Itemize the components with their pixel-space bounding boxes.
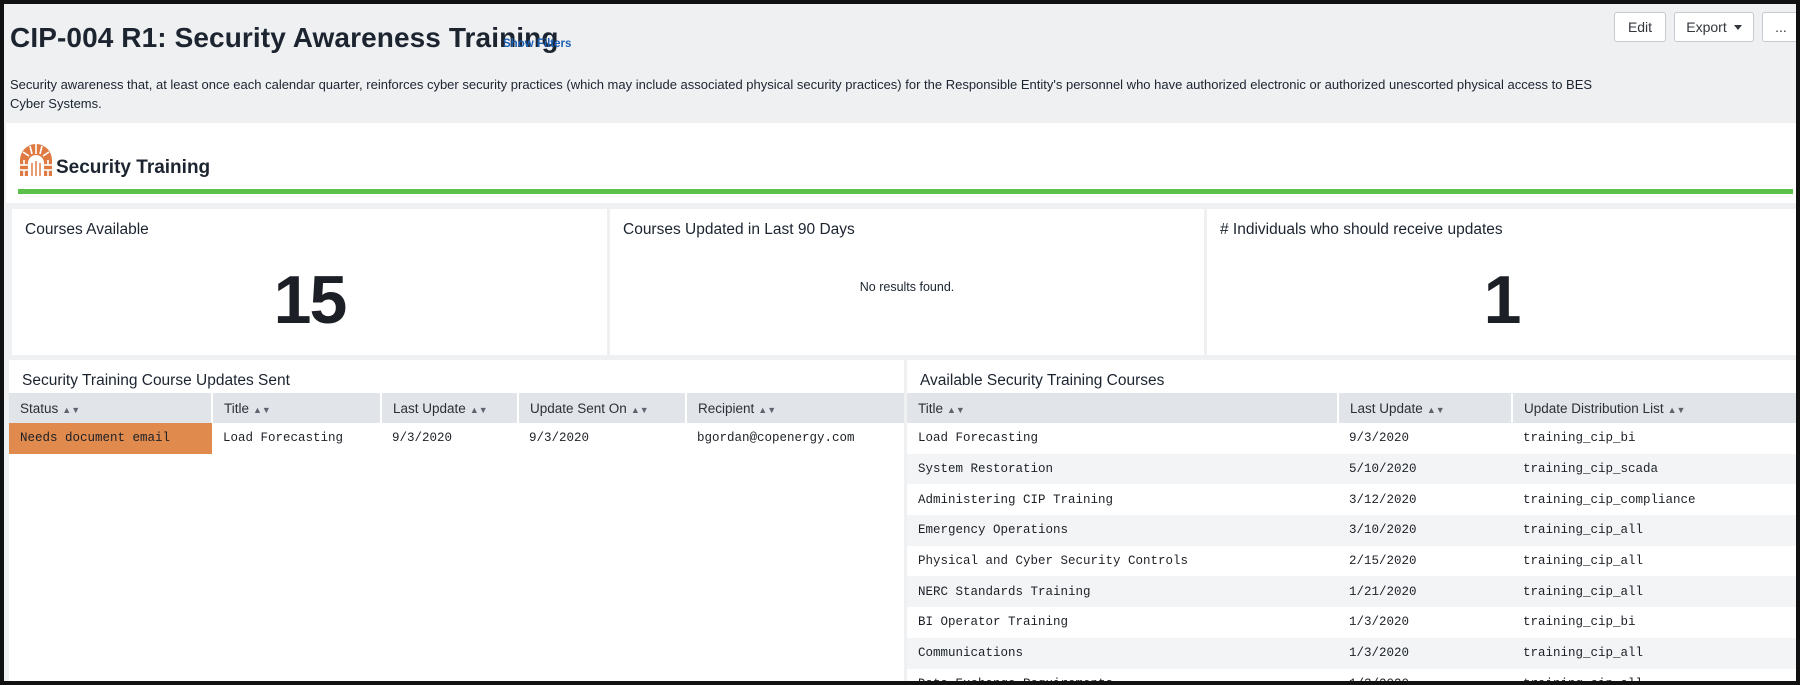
- caret-down-icon: [1733, 24, 1742, 30]
- table-header-row: Title ▲▼ Last Update ▲▼ Update Distributio…: [907, 393, 1796, 423]
- sort-icon: ▲▼: [630, 404, 649, 415]
- table-row[interactable]: BI Operator Training 1/3/2020 training_c…: [907, 607, 1796, 638]
- last-update-cell: 1/3/2020: [1338, 637, 1512, 669]
- updates-sent-panel: Security Training Course Updates Sent St…: [9, 360, 904, 681]
- column-header-last-update[interactable]: Last Update ▲▼: [1338, 393, 1513, 423]
- course-title-cell: Data Exchange Requirements: [918, 676, 1114, 685]
- title-cell: Load Forecasting: [223, 431, 344, 446]
- more-actions-button[interactable]: ...: [1762, 12, 1796, 42]
- kpi-title: # Individuals who should receive updates: [1220, 221, 1503, 238]
- course-title-cell: Communications: [907, 637, 1338, 669]
- course-title-cell: System Restoration: [907, 453, 1338, 485]
- edit-button[interactable]: Edit: [1614, 12, 1666, 42]
- sort-icon: ▲▼: [947, 404, 965, 415]
- distribution-list-cell: training_cip_all: [1512, 515, 1796, 546]
- column-label: Title: [918, 400, 944, 416]
- edit-button-label: Edit: [1627, 19, 1653, 35]
- kpi-courses-available: Courses Available 15: [12, 209, 607, 355]
- last-update-cell: 5/10/2020: [1338, 453, 1512, 485]
- column-header-title[interactable]: Title ▲▼: [212, 393, 382, 423]
- column-label: Title: [224, 400, 250, 416]
- course-title-cell: NERC Standards Training: [907, 576, 1338, 608]
- recipient-cell: bgordan@copenergy.com: [697, 431, 855, 446]
- update-sent-on-cell: 9/3/2020: [529, 431, 590, 446]
- column-label: Update Distribution List: [1524, 400, 1664, 416]
- last-update-cell: 3/10/2020: [1338, 515, 1512, 546]
- dashboard-header: CIP-004 R1: Security Awareness Training …: [4, 4, 1796, 122]
- kpi-value: 1: [1483, 262, 1522, 338]
- distribution-list-cell: training_cip_all: [1512, 576, 1796, 608]
- export-button-label: Export: [1686, 19, 1727, 35]
- column-header-update-sent-on[interactable]: Update Sent On ▲▼: [518, 393, 687, 423]
- distribution-list-cell: training_cip_all: [1523, 554, 1644, 569]
- more-actions-label: ...: [1775, 19, 1787, 35]
- kpi-courses-updated: Courses Updated in Last 90 Days No resul…: [610, 209, 1204, 355]
- kpi-individuals: # Individuals who should receive updates…: [1207, 209, 1796, 355]
- column-header-last-update[interactable]: Last Update ▲▼: [381, 393, 519, 423]
- sort-icon: ▲▼: [469, 404, 488, 415]
- kpi-title: Courses Updated in Last 90 Days: [623, 221, 855, 238]
- column-header-recipient[interactable]: Recipient ▲▼: [686, 393, 904, 423]
- sort-icon: ▲▼: [253, 404, 271, 415]
- table-header-row: Status ▲▼ Title ▲▼ Last Update ▲▼ Update Se…: [9, 393, 904, 423]
- table-row[interactable]: Data Exchange Requirements 1/3/2020 trai…: [907, 669, 1796, 685]
- column-header-status[interactable]: Status ▲▼: [9, 393, 213, 423]
- section-divider: [18, 189, 1793, 194]
- course-title-cell: BI Operator Training: [918, 615, 1069, 630]
- last-update-cell: 9/3/2020: [392, 431, 453, 446]
- table-row[interactable]: Administering CIP Training 3/12/2020 tra…: [907, 484, 1796, 515]
- kpi-value: 15: [273, 262, 348, 338]
- distribution-list-cell: training_cip_bi: [1523, 431, 1636, 446]
- table-row[interactable]: Communications 1/3/2020 training_cip_all: [907, 637, 1796, 669]
- panel-title: Available Security Training Courses: [920, 372, 1165, 389]
- course-title-cell: Physical and Cyber Security Controls: [918, 554, 1189, 569]
- table-row[interactable]: System Restoration 5/10/2020 training_ci…: [907, 453, 1796, 485]
- last-update-cell: 3/12/2020: [1349, 492, 1417, 507]
- export-button[interactable]: Export: [1674, 12, 1754, 42]
- last-update-cell: 2/15/2020: [1349, 554, 1417, 569]
- distribution-list-cell: training_cip_all: [1523, 676, 1644, 685]
- last-update-cell: 9/3/2020: [1349, 431, 1410, 446]
- no-results-message: No results found.: [859, 280, 955, 294]
- table-row[interactable]: Emergency Operations 3/10/2020 training_…: [907, 515, 1796, 546]
- table-row[interactable]: Load Forecasting 9/3/2020 training_cip_b…: [907, 423, 1796, 454]
- brick-wall-arch-icon: [20, 144, 52, 176]
- column-label: Last Update: [393, 400, 466, 416]
- dashboard-frame: CIP-004 R1: Security Awareness Training …: [0, 0, 1800, 685]
- page-title: CIP-004 R1: Security Awareness Training: [10, 22, 559, 53]
- column-label: Status: [20, 400, 59, 416]
- kpi-title: Courses Available: [25, 221, 149, 238]
- distribution-list-cell: training_cip_bi: [1523, 615, 1636, 630]
- available-courses-panel: Available Security Training Courses Titl…: [907, 360, 1796, 685]
- column-label: Update Sent On: [530, 400, 627, 416]
- course-title-cell: Load Forecasting: [918, 431, 1039, 446]
- sort-icon: ▲▼: [1667, 404, 1686, 415]
- course-title-cell: Emergency Operations: [907, 515, 1338, 546]
- sort-icon: ▲▼: [758, 404, 777, 415]
- table-row[interactable]: Physical and Cyber Security Controls 2/1…: [907, 546, 1796, 577]
- column-label: Last Update: [1350, 400, 1423, 416]
- last-update-cell: 1/21/2020: [1338, 576, 1512, 608]
- section-title: Security Training: [56, 157, 211, 178]
- distribution-list-cell: training_cip_all: [1512, 637, 1796, 669]
- table-row[interactable]: Needs document email Load Forecasting 9/…: [9, 423, 904, 454]
- security-training-section: Security Training: [6, 123, 1796, 203]
- dashboard-description: Security awareness that, at least once e…: [10, 77, 1593, 111]
- column-header-title[interactable]: Title ▲▼: [907, 393, 1339, 423]
- distribution-list-cell: training_cip_compliance: [1523, 492, 1696, 507]
- sort-icon: ▲▼: [1426, 404, 1445, 415]
- column-label: Recipient: [698, 400, 755, 416]
- table-row[interactable]: NERC Standards Training 1/21/2020 traini…: [907, 576, 1796, 608]
- status-cell: Needs document email: [9, 423, 212, 454]
- panel-title: Security Training Course Updates Sent: [22, 372, 290, 389]
- column-header-distribution-list[interactable]: Update Distribution List ▲▼: [1512, 393, 1796, 423]
- show-filters-link[interactable]: Show Filters: [503, 38, 571, 50]
- course-title-cell: Administering CIP Training: [918, 492, 1114, 507]
- updates-sent-table: Status ▲▼ Title ▲▼ Last Update ▲▼ Update Se…: [9, 393, 904, 454]
- available-courses-table: Title ▲▼ Last Update ▲▼ Update Distributio…: [907, 393, 1796, 685]
- distribution-list-cell: training_cip_scada: [1512, 453, 1796, 485]
- last-update-cell: 1/3/2020: [1349, 615, 1410, 630]
- sort-icon: ▲▼: [62, 404, 81, 415]
- last-update-cell: 1/3/2020: [1349, 676, 1410, 685]
